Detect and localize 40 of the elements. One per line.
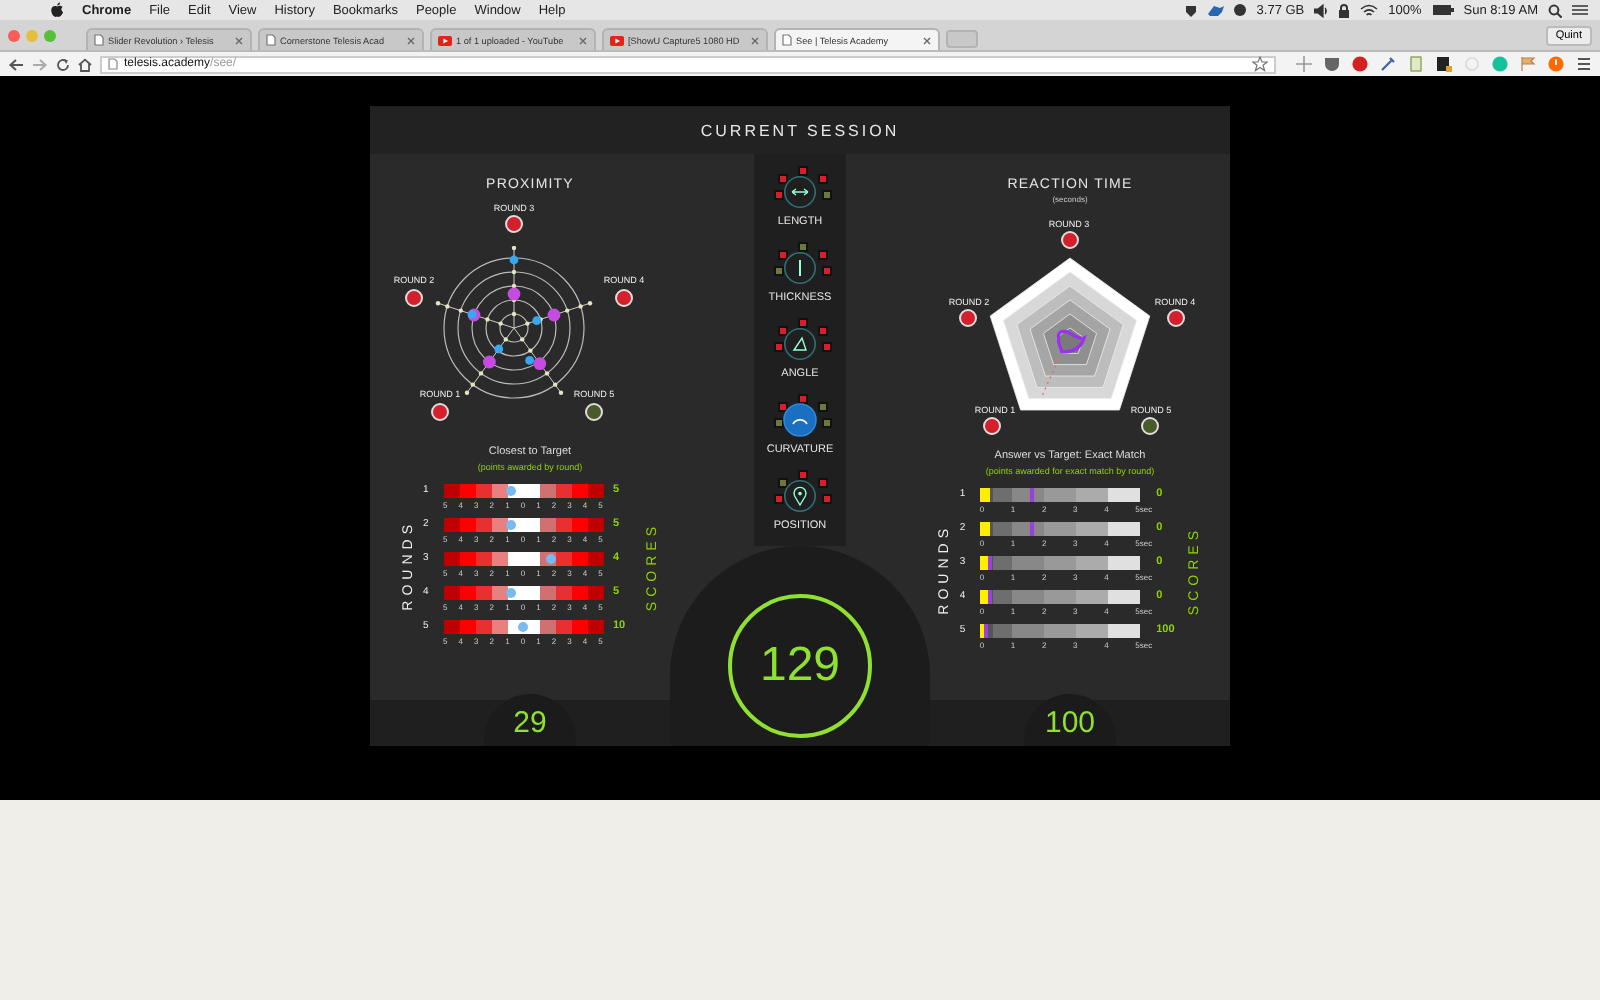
video-icon	[610, 35, 624, 45]
skill-triangle-button[interactable]	[782, 326, 818, 362]
close-icon[interactable]	[578, 35, 588, 45]
apple-icon[interactable]	[50, 2, 64, 18]
dashed-line	[1040, 359, 1058, 397]
star-icon[interactable]	[1252, 56, 1268, 72]
home-icon[interactable]	[78, 57, 92, 71]
close-icon[interactable]	[406, 35, 416, 45]
eyedropper-icon[interactable]	[1380, 56, 1396, 72]
data-point	[509, 255, 519, 265]
close-icon[interactable]	[234, 35, 244, 45]
pocket-icon[interactable]	[1324, 56, 1340, 72]
search-icon[interactable]	[1548, 3, 1562, 17]
skill-double-arrow-button[interactable]	[782, 174, 818, 210]
skill-arc-button[interactable]	[782, 402, 818, 438]
list-icon[interactable]	[1572, 4, 1588, 16]
data-point	[507, 287, 521, 301]
menu-icon[interactable]	[1576, 56, 1592, 72]
lock-icon[interactable]	[1338, 3, 1351, 17]
flag-icon[interactable]	[1520, 56, 1536, 72]
close-icon[interactable]	[750, 35, 760, 45]
total-score: 29	[484, 694, 576, 746]
wifi-icon[interactable]	[1360, 3, 1379, 17]
page-icon	[782, 34, 792, 46]
battery-icon[interactable]	[1431, 4, 1454, 16]
video-icon	[438, 35, 452, 45]
data-point	[532, 316, 542, 325]
volume-icon[interactable]	[1314, 3, 1329, 17]
panel-title: CURRENT SESSION	[370, 106, 1230, 154]
skill-vertical-line-button[interactable]	[782, 250, 818, 286]
skill-pin-button[interactable]	[782, 478, 818, 514]
back-icon[interactable]	[8, 57, 24, 71]
trace-line	[1055, 329, 1085, 354]
page-icon	[266, 34, 276, 46]
total-score: 100	[1024, 694, 1116, 746]
data-point	[547, 308, 561, 322]
close-icon[interactable]	[922, 35, 932, 45]
reload-icon[interactable]	[56, 57, 70, 71]
alert-icon[interactable]	[1548, 56, 1564, 72]
session-score: 129	[728, 594, 872, 738]
